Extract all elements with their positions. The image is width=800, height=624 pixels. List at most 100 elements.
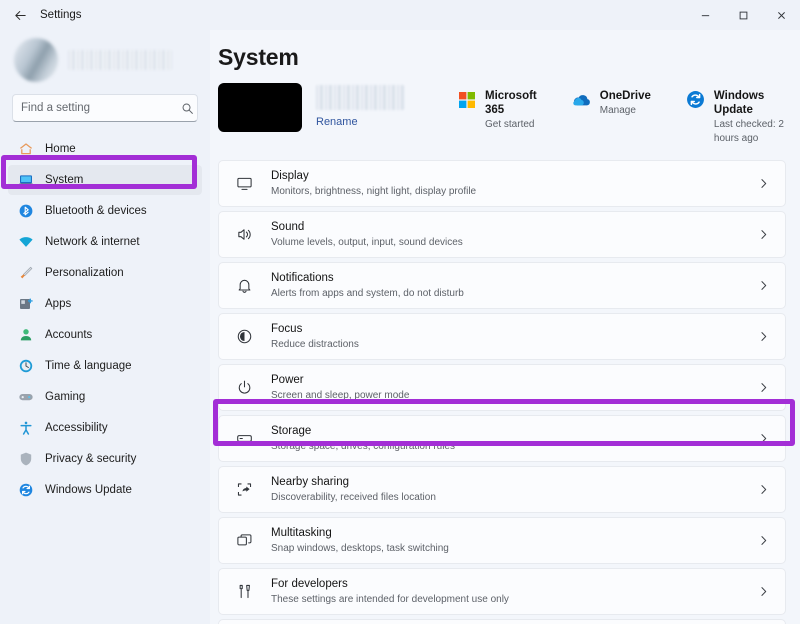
sidebar-item-gaming[interactable]: Gaming: [8, 382, 202, 412]
settings-row-text: Nearby sharing Discoverability, received…: [271, 475, 758, 505]
settings-row-for-developers[interactable]: For developers These settings are intend…: [218, 568, 786, 615]
quick-link-onedrive[interactable]: OneDrive Manage: [571, 89, 651, 118]
sidebar-item-system[interactable]: System: [8, 165, 202, 195]
search-field[interactable]: [21, 102, 175, 114]
sidebar-item-label: System: [45, 174, 83, 186]
quick-link-microsoft-365[interactable]: Microsoft 365 Get started: [456, 89, 537, 132]
close-button[interactable]: [762, 0, 800, 30]
settings-row-multitasking[interactable]: Multitasking Snap windows, desktops, tas…: [218, 517, 786, 564]
sidebar-item-accessibility[interactable]: Accessibility: [8, 413, 202, 443]
maximize-button[interactable]: [724, 0, 762, 30]
chevron-right-icon: [758, 229, 769, 240]
settings-row-notifications[interactable]: Notifications Alerts from apps and syste…: [218, 262, 786, 309]
device-meta: Rename: [316, 83, 404, 128]
windows-update-icon: [685, 89, 706, 110]
quick-link-title: Windows Update: [714, 89, 786, 117]
quick-link-windows-update[interactable]: Windows Update Last checked: 2 hours ago: [685, 89, 786, 146]
shield-icon: [18, 451, 34, 467]
device-name-redacted: [316, 85, 404, 110]
sidebar-item-bluetooth-devices[interactable]: Bluetooth & devices: [8, 196, 202, 226]
settings-row-nearby-sharing[interactable]: Nearby sharing Discoverability, received…: [218, 466, 786, 513]
sidebar-item-privacy-security[interactable]: Privacy & security: [8, 444, 202, 474]
sidebar-item-label: Accessibility: [45, 422, 108, 434]
quick-link-subtitle: Last checked: 2 hours ago: [714, 118, 786, 146]
settings-row-subtitle: Alerts from apps and system, do not dist…: [271, 287, 758, 301]
settings-row-text: Focus Reduce distractions: [271, 322, 758, 352]
rename-link[interactable]: Rename: [316, 116, 404, 128]
sidebar-item-home[interactable]: Home: [8, 134, 202, 164]
onedrive-cloud-icon: [571, 89, 592, 110]
quick-link-text: OneDrive Manage: [600, 89, 651, 118]
device-image: [218, 83, 302, 132]
paintbrush-icon: [18, 265, 34, 281]
avatar: [14, 38, 58, 82]
chevron-right-icon: [758, 382, 769, 393]
sidebar-item-personalization[interactable]: Personalization: [8, 258, 202, 288]
settings-row-text: For developers These settings are intend…: [271, 577, 758, 607]
quick-links: Microsoft 365 Get started OneDriv: [456, 83, 786, 146]
back-arrow-icon[interactable]: [0, 0, 40, 30]
settings-row-text: Display Monitors, brightness, night ligh…: [271, 169, 758, 199]
settings-row-activation[interactable]: Activation Activation state, subscriptio…: [218, 619, 786, 624]
chevron-right-icon: [758, 280, 769, 291]
account-name-redacted: [68, 50, 172, 70]
sidebar: Home System: [0, 30, 210, 624]
settings-row-title: Focus: [271, 322, 758, 336]
sound-icon: [233, 226, 255, 243]
chevron-right-icon: [758, 586, 769, 597]
sidebar-item-apps[interactable]: Apps: [8, 289, 202, 319]
bell-icon: [233, 277, 255, 294]
microsoft-logo-icon: [456, 89, 477, 110]
chevron-right-icon: [758, 178, 769, 189]
system-monitor-icon: [18, 172, 34, 188]
chevron-right-icon: [758, 433, 769, 444]
sidebar-item-network-internet[interactable]: Network & internet: [8, 227, 202, 257]
settings-row-power[interactable]: Power Screen and sleep, power mode: [218, 364, 786, 411]
quick-link-title: Microsoft 365: [485, 89, 537, 117]
settings-row-title: For developers: [271, 577, 758, 591]
chevron-right-icon: [758, 535, 769, 546]
settings-row-sound[interactable]: Sound Volume levels, output, input, soun…: [218, 211, 786, 258]
minimize-button[interactable]: [686, 0, 724, 30]
sidebar-item-label: Home: [45, 143, 76, 155]
quick-link-subtitle: Get started: [485, 118, 537, 132]
settings-row-text: Sound Volume levels, output, input, soun…: [271, 220, 758, 250]
settings-row-focus[interactable]: Focus Reduce distractions: [218, 313, 786, 360]
multitasking-icon: [233, 532, 255, 549]
home-icon: [18, 141, 34, 157]
clock-icon: [18, 358, 34, 374]
sidebar-item-label: Gaming: [45, 391, 85, 403]
sidebar-item-windows-update[interactable]: Windows Update: [8, 475, 202, 505]
settings-row-subtitle: Monitors, brightness, night light, displ…: [271, 185, 758, 199]
sidebar-item-time-language[interactable]: Time & language: [8, 351, 202, 381]
quick-link-text: Microsoft 365 Get started: [485, 89, 537, 132]
quick-link-text: Windows Update Last checked: 2 hours ago: [714, 89, 786, 146]
refresh-circle-icon: [18, 482, 34, 498]
settings-row-subtitle: These settings are intended for developm…: [271, 593, 758, 607]
settings-row-text: Power Screen and sleep, power mode: [271, 373, 758, 403]
search-input[interactable]: [12, 94, 198, 122]
chevron-right-icon: [758, 331, 769, 342]
settings-row-title: Power: [271, 373, 758, 387]
settings-row-subtitle: Volume levels, output, input, sound devi…: [271, 236, 758, 250]
settings-row-title: Display: [271, 169, 758, 183]
settings-row-title: Notifications: [271, 271, 758, 285]
quick-link-subtitle: Manage: [600, 104, 651, 118]
settings-row-text: Notifications Alerts from apps and syste…: [271, 271, 758, 301]
apps-icon: [18, 296, 34, 312]
gamepad-icon: [18, 389, 34, 405]
settings-row-display[interactable]: Display Monitors, brightness, night ligh…: [218, 160, 786, 207]
settings-row-title: Multitasking: [271, 526, 758, 540]
sidebar-item-label: Accounts: [45, 329, 92, 341]
settings-window: Settings: [0, 0, 800, 624]
sidebar-nav: Home System: [8, 132, 202, 505]
settings-row-subtitle: Reduce distractions: [271, 338, 758, 352]
sidebar-item-label: Bluetooth & devices: [45, 205, 147, 217]
account-profile[interactable]: [8, 30, 202, 92]
settings-row-title: Nearby sharing: [271, 475, 758, 489]
settings-row-storage[interactable]: Storage Storage space, drives, configura…: [218, 415, 786, 462]
settings-row-subtitle: Snap windows, desktops, task switching: [271, 542, 758, 556]
quick-link-title: OneDrive: [600, 89, 651, 103]
sidebar-item-accounts[interactable]: Accounts: [8, 320, 202, 350]
storage-icon: [233, 430, 255, 447]
